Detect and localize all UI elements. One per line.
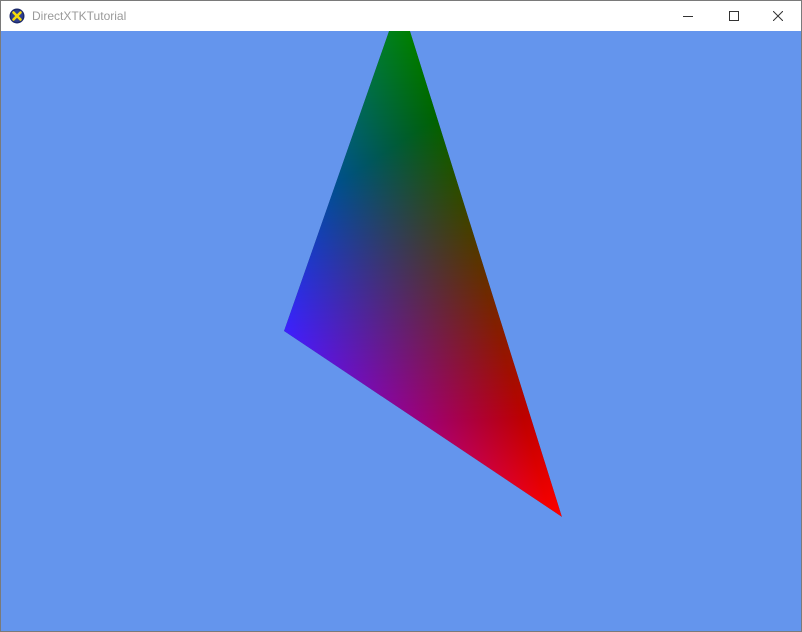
close-icon (773, 11, 783, 21)
color-triangle (284, 31, 562, 517)
directx-x-icon (9, 8, 25, 24)
app-window: DirectXTKTutorial (0, 0, 802, 632)
title-bar[interactable]: DirectXTKTutorial (1, 1, 801, 31)
minimize-button[interactable] (665, 1, 711, 31)
window-title: DirectXTKTutorial (32, 9, 127, 23)
maximize-icon (729, 11, 739, 21)
scene-canvas (284, 31, 562, 517)
render-viewport[interactable] (1, 31, 801, 631)
maximize-button[interactable] (711, 1, 757, 31)
minimize-icon (683, 16, 693, 17)
close-button[interactable] (755, 1, 801, 31)
